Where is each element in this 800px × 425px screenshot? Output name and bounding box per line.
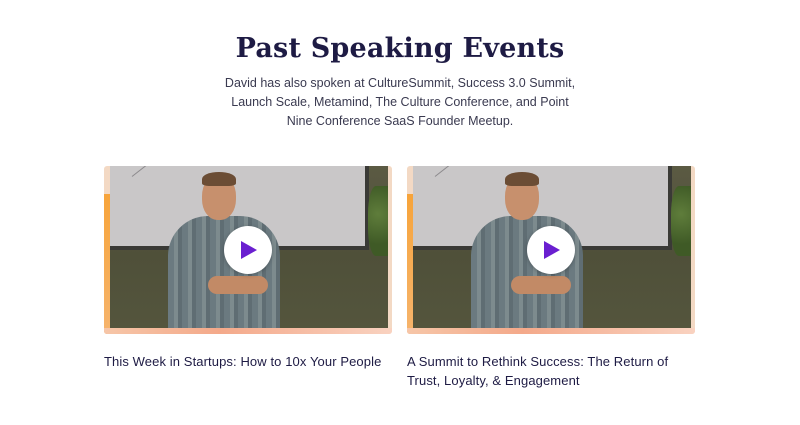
- video-thumbnail[interactable]: [104, 166, 392, 334]
- accent-stripe-bottom: [407, 328, 695, 334]
- speaker-arm: [511, 276, 571, 294]
- play-button[interactable]: [224, 226, 272, 274]
- speaker-hair: [202, 172, 236, 186]
- speaker-arm: [208, 276, 268, 294]
- speaker-hair: [505, 172, 539, 186]
- past-speaking-events-section: Past Speaking Events David has also spok…: [0, 0, 800, 425]
- play-icon: [241, 241, 257, 259]
- section-title: Past Speaking Events: [235, 33, 565, 64]
- plant: [368, 186, 388, 256]
- video-card[interactable]: This Week in Startups: How to 10x Your P…: [104, 166, 392, 371]
- video-caption[interactable]: This Week in Startups: How to 10x Your P…: [104, 352, 392, 371]
- play-button[interactable]: [527, 226, 575, 274]
- section-description: David has also spoken at CultureSummit, …: [224, 76, 576, 128]
- accent-stripe-bottom: [104, 328, 392, 334]
- video-thumbnail[interactable]: [407, 166, 695, 334]
- video-caption[interactable]: A Summit to Rethink Success: The Return …: [407, 352, 695, 390]
- play-icon: [544, 241, 560, 259]
- video-card[interactable]: A Summit to Rethink Success: The Return …: [407, 166, 695, 390]
- plant: [671, 186, 691, 256]
